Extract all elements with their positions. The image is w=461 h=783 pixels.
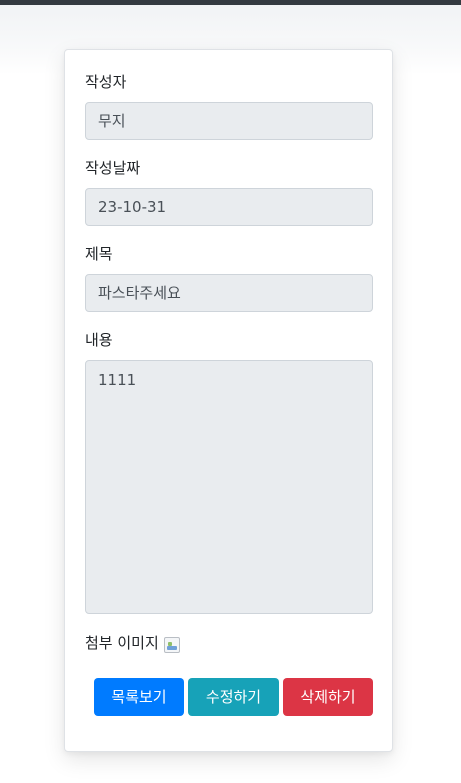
- title-label: 제목: [85, 245, 113, 263]
- date-field[interactable]: 23-10-31: [85, 188, 373, 226]
- broken-image-icon: [163, 637, 180, 653]
- title-field[interactable]: 파스타주세요: [85, 274, 373, 312]
- content-label: 내용: [85, 331, 113, 349]
- writer-field[interactable]: 무지: [85, 102, 373, 140]
- attachment-row: 첨부 이미지: [85, 632, 180, 654]
- content-textarea[interactable]: 1111: [85, 360, 373, 614]
- date-label: 작성날짜: [85, 159, 141, 177]
- delete-button[interactable]: 삭제하기: [283, 678, 373, 716]
- writer-label: 작성자: [85, 73, 127, 91]
- attachment-label: 첨부 이미지: [85, 634, 159, 652]
- edit-button[interactable]: 수정하기: [188, 678, 279, 716]
- post-detail-card: 작성자 무지 작성날짜 23-10-31 제목 파스타주세요 내용 1111 첨…: [64, 49, 393, 752]
- list-button[interactable]: 목록보기: [94, 678, 184, 716]
